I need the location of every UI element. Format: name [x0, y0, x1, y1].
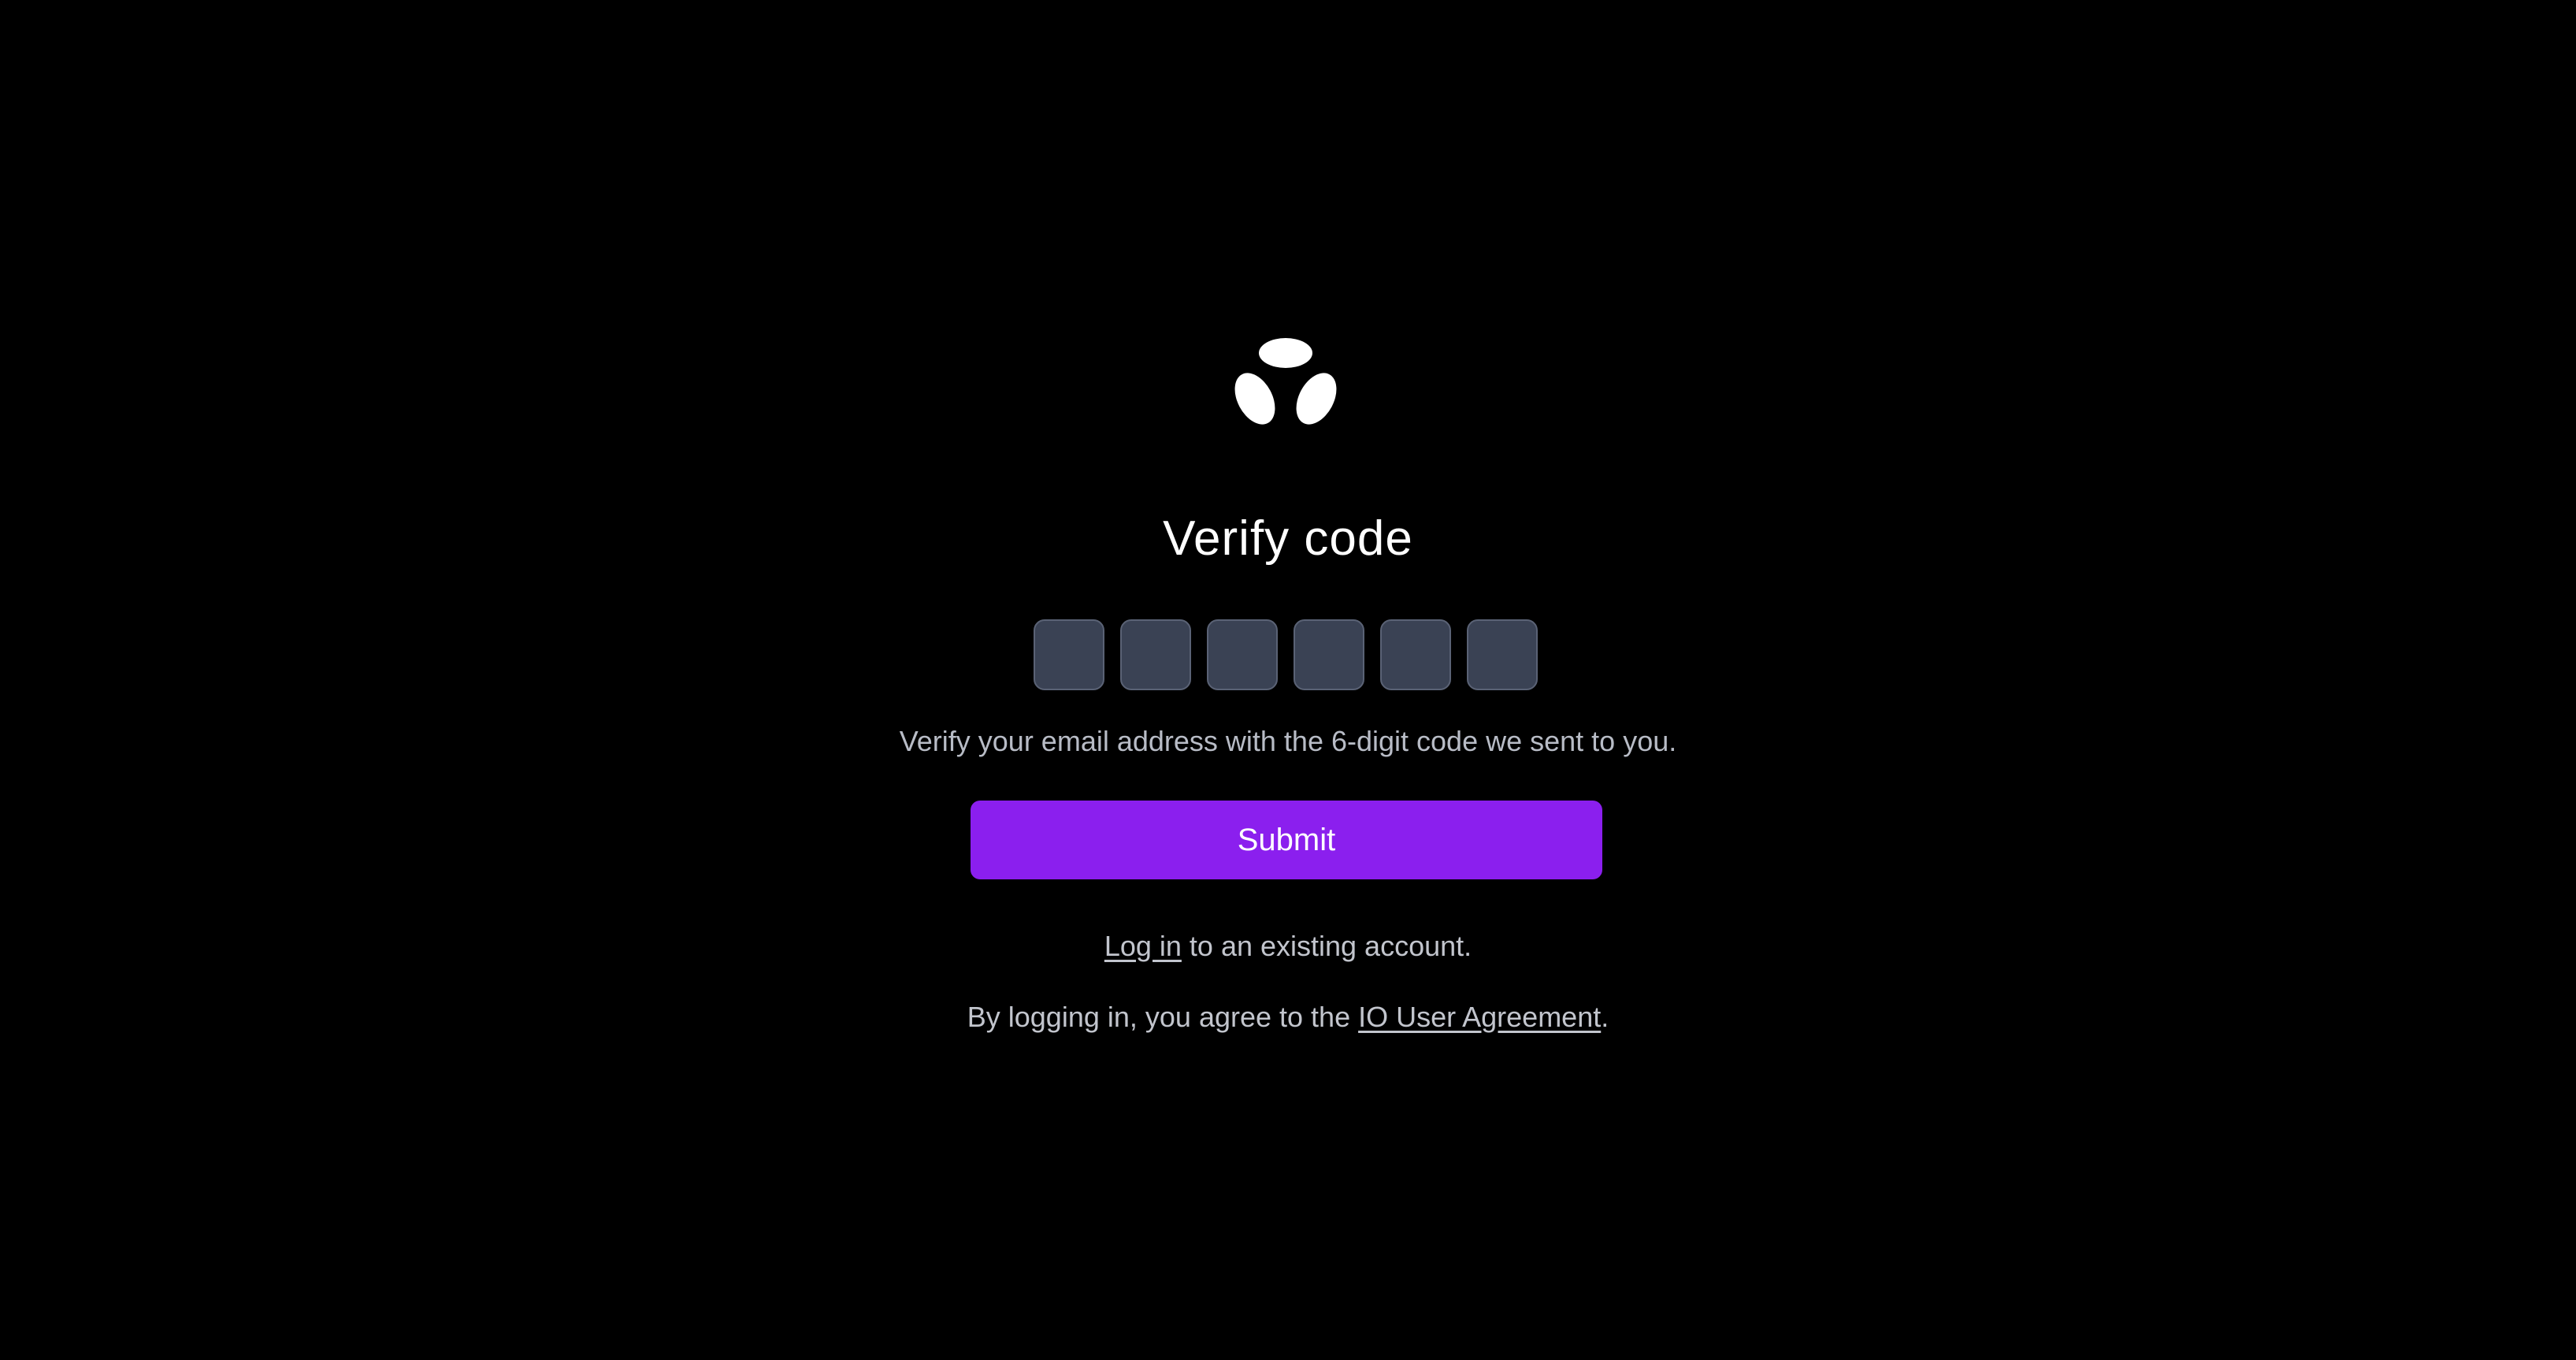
code-digit-input-4[interactable] — [1294, 619, 1364, 690]
code-digit-input-3[interactable] — [1207, 619, 1278, 690]
code-digit-input-6[interactable] — [1467, 619, 1538, 690]
verify-code-page: Verify code Verify your email address wi… — [0, 0, 2576, 1360]
login-prompt: Log in to an existing account. — [0, 928, 2576, 964]
code-digit-input-2[interactable] — [1120, 619, 1191, 690]
three-petal-logo-icon — [1234, 338, 1337, 425]
verify-hint-text: Verify your email address with the 6-dig… — [899, 725, 1677, 757]
code-input-group — [1034, 619, 1542, 690]
page-title: Verify code — [1163, 511, 1413, 566]
login-link[interactable]: Log in — [1104, 930, 1182, 962]
agreement-suffix-text: . — [1601, 1001, 1609, 1033]
agreement-prefix-text: By logging in, you agree to the — [967, 1001, 1359, 1033]
submit-button[interactable]: Submit — [971, 801, 1602, 879]
agreement-notice: By logging in, you agree to the IO User … — [0, 999, 2576, 1035]
login-prompt-text: to an existing account. — [1181, 930, 1472, 962]
code-digit-input-5[interactable] — [1380, 619, 1451, 690]
code-digit-input-1[interactable] — [1034, 619, 1104, 690]
user-agreement-link[interactable]: IO User Agreement — [1358, 1001, 1601, 1033]
